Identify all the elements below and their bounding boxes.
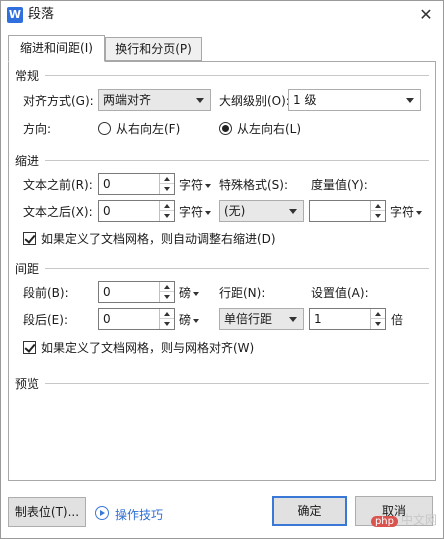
section-indent: 缩进 (15, 154, 40, 168)
tab-line-page-breaks[interactable]: 换行和分页(P) (105, 37, 202, 61)
spinner-buttons (370, 201, 385, 221)
outline-combo[interactable]: 1 级 (288, 89, 421, 111)
chevron-down-icon (416, 210, 423, 215)
tab-indent-spacing[interactable]: 缩进和间距(I) (8, 35, 105, 62)
ok-button[interactable]: 确定 (272, 496, 347, 526)
outline-label: 大纲级别(O): (219, 94, 290, 108)
line-spacing-value: 单倍行距 (224, 312, 273, 326)
chevron-down-icon (289, 317, 297, 322)
space-after-unit[interactable]: 磅 (179, 312, 200, 328)
tabs-button[interactable]: 制表位(T)... (8, 497, 86, 527)
wps-writer-icon: W (7, 7, 23, 23)
indent-before-spinner[interactable]: 0 (98, 173, 175, 195)
indent-before-value: 0 (103, 177, 111, 191)
chevron-down-icon (406, 98, 414, 103)
snap-to-grid-checkbox[interactable] (23, 341, 36, 354)
chevron-down-icon (196, 98, 204, 103)
watermark-badge: php (370, 516, 398, 527)
measure-label: 度量值(Y): (311, 178, 368, 192)
unit-label: 磅 (179, 313, 192, 327)
section-spacing: 间距 (15, 262, 40, 276)
indent-after-unit[interactable]: 字符 (179, 204, 212, 220)
special-label: 特殊格式(S): (219, 178, 289, 192)
close-icon[interactable]: ✕ (415, 5, 437, 25)
space-before-value: 0 (103, 285, 111, 299)
spin-up-icon[interactable] (371, 309, 385, 319)
auto-right-indent-checkbox[interactable] (23, 232, 36, 245)
spinner-buttons (370, 309, 385, 329)
unit-label: 磅 (179, 286, 192, 300)
rtl-label[interactable]: 从右向左(F) (116, 121, 180, 137)
chevron-down-icon (289, 209, 297, 214)
spin-down-icon[interactable] (160, 292, 174, 302)
chevron-down-icon (193, 318, 200, 323)
watermark-text: 中文网 (400, 513, 437, 527)
space-before-label: 段前(B): (23, 286, 69, 300)
indent-after-label: 文本之后(X): (23, 205, 93, 219)
tips-link[interactable]: 操作技巧 (115, 506, 163, 523)
play-circle-icon[interactable] (95, 506, 109, 520)
section-preview: 预览 (15, 377, 40, 391)
paragraph-dialog: W 段落 ✕ 缩进和间距(I) 换行和分页(P) 常规 对齐方式(G): 两端对… (0, 0, 444, 539)
unit-label: 字符 (179, 205, 204, 219)
indent-before-unit[interactable]: 字符 (179, 177, 212, 193)
space-before-unit[interactable]: 磅 (179, 285, 200, 301)
space-before-spinner[interactable]: 0 (98, 281, 175, 303)
chevron-down-icon (193, 291, 200, 296)
spin-up-icon[interactable] (371, 201, 385, 211)
spin-up-icon[interactable] (160, 282, 174, 292)
special-value: (无) (224, 204, 246, 218)
align-label: 对齐方式(G): (23, 94, 94, 108)
spinner-buttons (159, 174, 174, 194)
section-general: 常规 (15, 69, 40, 83)
spin-up-icon[interactable] (160, 309, 174, 319)
chevron-down-icon (205, 183, 212, 188)
watermark: php 中文网 (370, 511, 437, 528)
divider (45, 383, 429, 384)
set-value-label: 设置值(A): (311, 286, 369, 300)
line-spacing-combo[interactable]: 单倍行距 (219, 308, 304, 330)
align-combo[interactable]: 两端对齐 (98, 89, 211, 111)
outline-value: 1 级 (293, 93, 317, 107)
space-after-label: 段后(E): (23, 313, 68, 327)
spin-up-icon[interactable] (160, 174, 174, 184)
chevron-down-icon (205, 210, 212, 215)
direction-label: 方向: (23, 122, 52, 136)
set-value-spinner[interactable]: 1 (309, 308, 386, 330)
window-title: 段落 (28, 7, 55, 22)
indent-after-value: 0 (103, 204, 111, 218)
indent-before-label: 文本之前(R): (23, 178, 93, 192)
space-after-spinner[interactable]: 0 (98, 308, 175, 330)
special-combo[interactable]: (无) (219, 200, 304, 222)
spin-up-icon[interactable] (160, 201, 174, 211)
ltr-label[interactable]: 从左向右(L) (237, 121, 301, 137)
align-value: 两端对齐 (103, 93, 152, 107)
title-bar[interactable]: W 段落 ✕ (1, 1, 443, 29)
divider (45, 268, 429, 269)
auto-right-indent-label[interactable]: 如果定义了文档网格，则自动调整右缩进(D) (41, 231, 276, 247)
set-value-unit: 倍 (391, 313, 404, 327)
ltr-radio[interactable] (219, 122, 232, 135)
unit-label: 字符 (179, 178, 204, 192)
measure-unit[interactable]: 字符 (390, 204, 423, 220)
spin-down-icon[interactable] (371, 211, 385, 221)
spin-down-icon[interactable] (160, 211, 174, 221)
rtl-radio[interactable] (98, 122, 111, 135)
indent-after-spinner[interactable]: 0 (98, 200, 175, 222)
spinner-buttons (159, 201, 174, 221)
spin-down-icon[interactable] (160, 184, 174, 194)
spin-down-icon[interactable] (371, 319, 385, 329)
set-value-value: 1 (314, 312, 322, 326)
line-spacing-label: 行距(N): (219, 286, 266, 300)
spinner-buttons (159, 309, 174, 329)
divider (45, 160, 429, 161)
space-after-value: 0 (103, 312, 111, 326)
snap-to-grid-label[interactable]: 如果定义了文档网格，则与网格对齐(W) (41, 340, 254, 356)
unit-label: 字符 (390, 205, 415, 219)
spin-down-icon[interactable] (160, 319, 174, 329)
divider (45, 75, 429, 76)
measure-spinner[interactable] (309, 200, 386, 222)
spinner-buttons (159, 282, 174, 302)
